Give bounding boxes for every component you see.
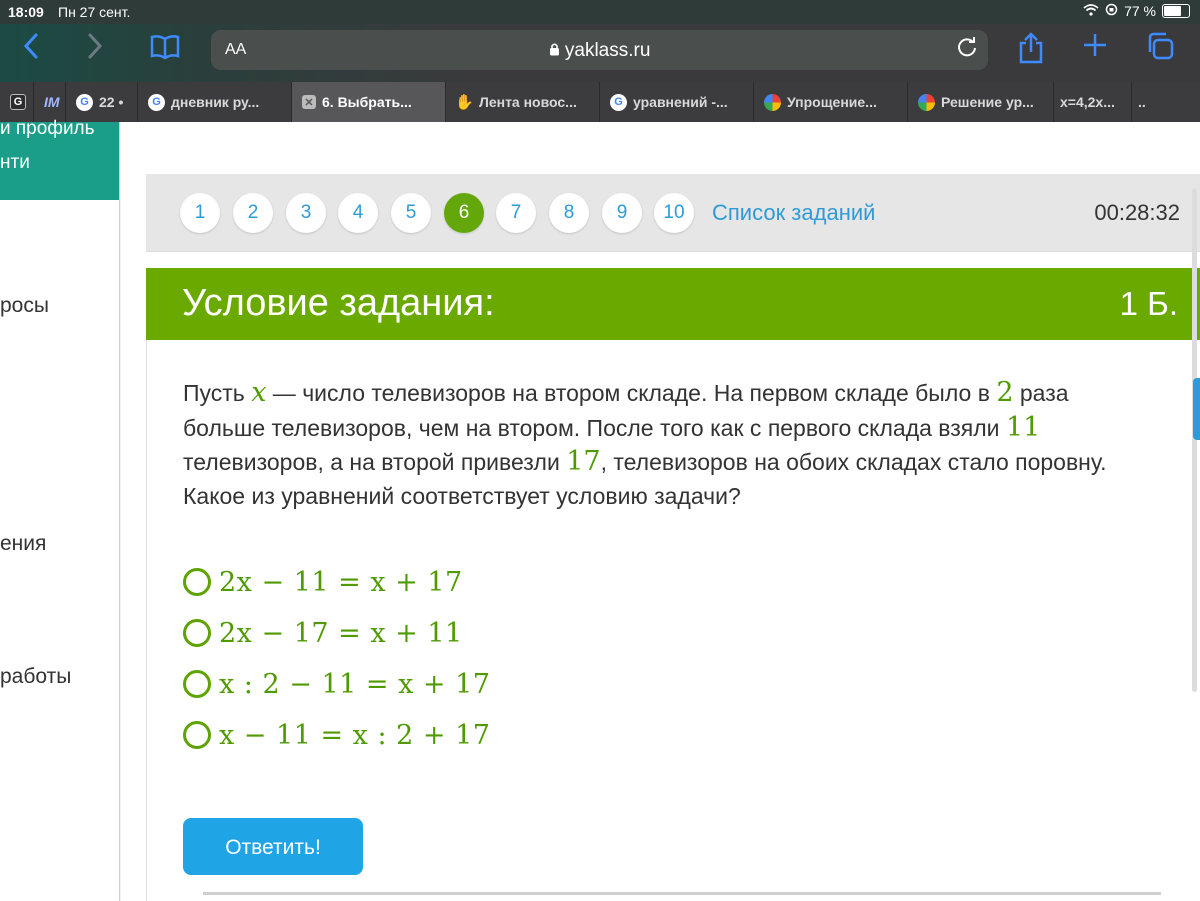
- tab-label: уравнений -...: [633, 94, 728, 110]
- tab-more[interactable]: ..: [1132, 82, 1200, 122]
- math-number: 17: [566, 446, 601, 477]
- tab-equations[interactable]: G уравнений -...: [600, 82, 754, 122]
- tab-label: 6. Выбрать...: [322, 94, 412, 110]
- profile-line-2: нти: [0, 152, 30, 173]
- google-icon: G: [148, 93, 165, 111]
- reload-icon[interactable]: [956, 36, 978, 65]
- wifi-icon: [1083, 3, 1099, 19]
- status-time: 18:09: [8, 4, 44, 20]
- question-button-5[interactable]: 5: [391, 193, 431, 233]
- answer-option-2[interactable]: 2x − 17 = x + 11: [183, 615, 463, 651]
- question-button-7[interactable]: 7: [496, 193, 536, 233]
- hand-icon: ✋: [455, 94, 474, 111]
- orientation-lock-icon: [1105, 3, 1118, 19]
- tab-x-equation[interactable]: x=4,2x...: [1054, 82, 1132, 122]
- tab-solution[interactable]: Решение ур...: [908, 82, 1054, 122]
- multicolor-icon: [918, 93, 935, 111]
- tab-current-task[interactable]: ✕ 6. Выбрать...: [292, 82, 446, 122]
- question-button-4[interactable]: 4: [338, 193, 378, 233]
- tab-label: 22 •: [99, 94, 124, 110]
- google-icon: G: [610, 93, 627, 111]
- lock-icon: [549, 40, 565, 61]
- radio-button[interactable]: [183, 619, 211, 647]
- multicolor-icon: [764, 93, 781, 111]
- submit-answer-button[interactable]: Ответить!: [183, 818, 363, 875]
- tab-label: Лента новос...: [479, 94, 577, 110]
- math-variable: x: [251, 377, 267, 408]
- back-icon[interactable]: [22, 32, 40, 67]
- tab-label: дневник ру...: [171, 94, 260, 110]
- battery-percent: 77 %: [1124, 3, 1156, 19]
- tab-label: ..: [1138, 94, 1146, 110]
- status-bar: 18:09 Пн 27 сент. 77 %: [0, 0, 1200, 24]
- statement-text: — число телевизоров на втором складе. На…: [266, 380, 997, 406]
- tab-label: x=4,2x...: [1060, 94, 1115, 110]
- tab-google-22[interactable]: G 22 •: [66, 82, 138, 122]
- profile-line-1: и профиль: [0, 118, 95, 139]
- im-icon: IM: [44, 94, 60, 110]
- tab-label: Упрощение...: [787, 94, 877, 110]
- status-right: 77 %: [1083, 3, 1190, 19]
- left-sidebar: и профиль нти росы ения работы: [0, 118, 120, 901]
- tab-im[interactable]: IM: [34, 82, 66, 122]
- divider: [203, 892, 1161, 895]
- option-equation: 2x − 17 = x + 11: [219, 617, 463, 649]
- sidebar-item-lessons[interactable]: ения: [0, 532, 46, 556]
- url-display[interactable]: yaklass.ru: [211, 40, 988, 62]
- answer-option-4[interactable]: x − 11 = x : 2 + 17: [183, 717, 490, 753]
- math-number: 11: [1005, 411, 1041, 443]
- answer-option-3[interactable]: x : 2 − 11 = x + 17: [183, 666, 490, 702]
- address-bar[interactable]: AA yaklass.ru: [211, 30, 988, 70]
- url-text: yaklass.ru: [564, 40, 651, 61]
- condition-title: Условие задания:: [182, 282, 495, 324]
- radio-button[interactable]: [183, 670, 211, 698]
- task-statement: Пусть x — число телевизоров на втором ск…: [183, 376, 1133, 513]
- math-number: 2: [996, 377, 1014, 408]
- question-navigation: 1 2 3 4 5 6 7 8 9 10 Список заданий 00:2…: [146, 174, 1200, 252]
- page-scrollbar[interactable]: [1192, 188, 1197, 692]
- task-list-link[interactable]: Список заданий: [712, 200, 875, 226]
- tab-label: Решение ур...: [941, 94, 1034, 110]
- question-button-8[interactable]: 8: [549, 193, 589, 233]
- side-tab-handle[interactable]: [1193, 378, 1200, 440]
- g-box-icon: G: [10, 94, 26, 110]
- condition-header: Условие задания: 1 Б.: [146, 268, 1200, 340]
- timer: 00:28:32: [1094, 200, 1180, 225]
- sidebar-divider: [119, 122, 120, 901]
- new-tab-icon[interactable]: [1082, 28, 1108, 67]
- question-button-9[interactable]: 9: [602, 193, 642, 233]
- tabs-overview-icon[interactable]: [1146, 32, 1174, 67]
- points-badge: 1 Б.: [1119, 285, 1178, 322]
- battery-icon: [1162, 4, 1190, 18]
- tab-simplification[interactable]: Упрощение...: [754, 82, 908, 122]
- statement-text: Пусть: [183, 380, 252, 406]
- question-button-2[interactable]: 2: [233, 193, 273, 233]
- statement-text: телевизоров, а на второй привезли: [183, 449, 567, 475]
- question-button-6-current[interactable]: 6: [444, 193, 484, 233]
- tab-g-box[interactable]: G: [0, 82, 34, 122]
- answer-option-1[interactable]: 2x − 11 = x + 17: [183, 564, 463, 600]
- option-equation: x − 11 = x : 2 + 17: [219, 719, 491, 751]
- bookmarks-icon[interactable]: [150, 34, 180, 67]
- radio-button[interactable]: [183, 568, 211, 596]
- close-icon[interactable]: ✕: [302, 95, 316, 109]
- sidebar-item-questions[interactable]: росы: [0, 294, 49, 318]
- tab-news-feed[interactable]: ✋ Лента новос...: [446, 82, 600, 122]
- question-button-1[interactable]: 1: [180, 193, 220, 233]
- status-date: Пн 27 сент.: [58, 4, 131, 20]
- browser-toolbar: AA yaklass.ru: [0, 24, 1200, 82]
- radio-button[interactable]: [183, 721, 211, 749]
- sidebar-item-works[interactable]: работы: [0, 665, 71, 689]
- option-equation: 2x − 11 = x + 17: [219, 566, 463, 598]
- task-card: Пусть x — число телевизоров на втором ск…: [146, 340, 1200, 901]
- profile-block[interactable]: и профиль нти: [0, 118, 120, 200]
- tab-strip: G IM G 22 • G дневник ру... ✕ 6. Выбрать…: [0, 82, 1200, 122]
- forward-icon[interactable]: [86, 32, 104, 67]
- question-button-3[interactable]: 3: [286, 193, 326, 233]
- question-button-10[interactable]: 10: [654, 193, 694, 233]
- option-equation: x : 2 − 11 = x + 17: [219, 668, 491, 700]
- share-icon[interactable]: [1018, 32, 1044, 71]
- tab-dnevnik[interactable]: G дневник ру...: [138, 82, 292, 122]
- google-icon: G: [76, 93, 93, 111]
